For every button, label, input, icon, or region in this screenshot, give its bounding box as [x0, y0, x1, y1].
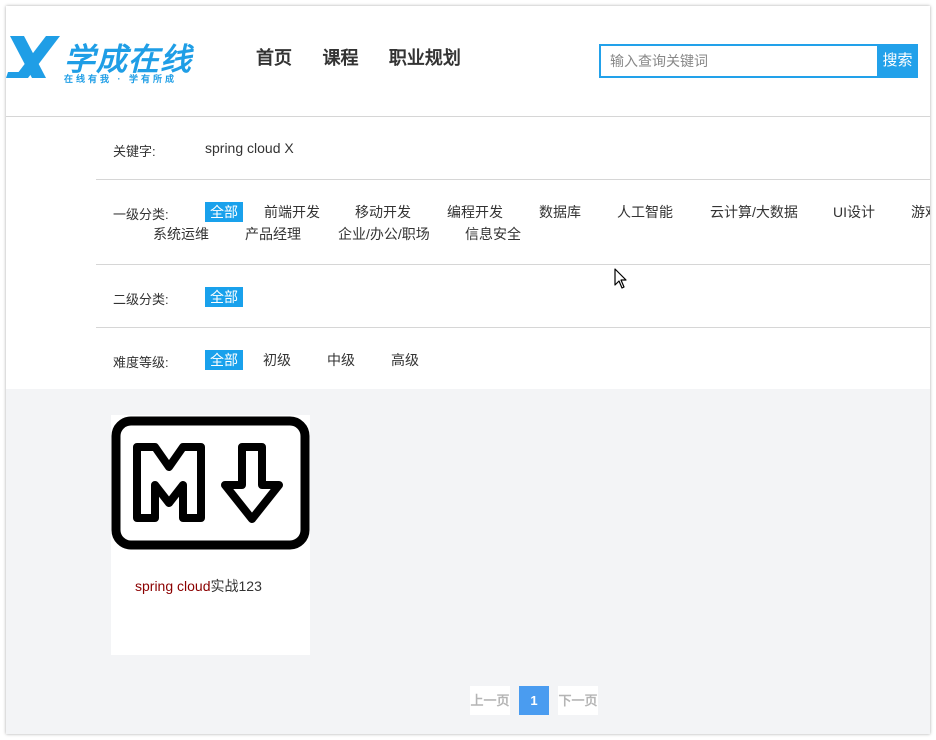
mouse-cursor-icon [614, 268, 627, 289]
course-list: spring cloud实战123 上一页 1 下一页 [6, 389, 930, 734]
category-level2-label: 二级分类: [113, 292, 169, 307]
main-nav: 首页 课程 职业规划 [256, 44, 487, 70]
site-logo[interactable]: 学成在线 在线有我 · 学有所成 [6, 32, 198, 84]
category-infosec[interactable]: 信息安全 [465, 224, 521, 244]
category-office-workplace[interactable]: 企业/办公/职场 [338, 224, 430, 244]
category-database[interactable]: 数据库 [539, 202, 581, 222]
subcategory-all[interactable]: 全部 [205, 287, 243, 307]
prev-page-button[interactable]: 上一页 [470, 686, 510, 715]
page-1-button[interactable]: 1 [519, 686, 549, 715]
course-title-rest: 实战123 [210, 578, 262, 594]
course-title-highlight: spring cloud [135, 578, 211, 594]
category-game[interactable]: 游戏 [911, 202, 930, 222]
keyword-label: 关键字: [113, 144, 156, 159]
keyword-row: 关键字: spring cloud X [96, 117, 930, 180]
next-page-button[interactable]: 下一页 [558, 686, 598, 715]
category-all[interactable]: 全部 [205, 202, 243, 222]
difficulty-row: 难度等级: 全部 初级 中级 高级 [96, 328, 930, 389]
difficulty-intermediate[interactable]: 中级 [327, 350, 355, 370]
nav-home[interactable]: 首页 [256, 44, 292, 70]
difficulty-all[interactable]: 全部 [205, 350, 243, 370]
category-level1-row: 一级分类: 全部 前端开发 移动开发 编程开发 数据库 人工智能 云计算/大数据… [96, 180, 930, 265]
search-input[interactable] [599, 44, 888, 78]
nav-career-planning[interactable]: 职业规划 [389, 44, 461, 70]
keyword-tag: spring cloud X [205, 140, 294, 156]
search-button[interactable]: 搜索 [877, 44, 918, 78]
keyword-value: spring cloud [205, 140, 281, 156]
logo-slogan: 在线有我 · 学有所成 [64, 74, 177, 84]
markdown-icon [111, 416, 310, 550]
category-ui-design[interactable]: UI设计 [833, 202, 875, 222]
course-filter: 关键字: spring cloud X 一级分类: 全部 前端开发 移动开发 编… [6, 117, 930, 389]
category-sysops[interactable]: 系统运维 [153, 224, 209, 244]
category-ai[interactable]: 人工智能 [617, 202, 673, 222]
difficulty-label: 难度等级: [113, 355, 169, 370]
nav-courses[interactable]: 课程 [322, 44, 358, 70]
keyword-clear-button[interactable]: X [284, 140, 293, 156]
site-header: 学成在线 在线有我 · 学有所成 首页 课程 职业规划 搜索 [6, 6, 930, 117]
category-frontend[interactable]: 前端开发 [264, 202, 320, 222]
category-level2-row: 二级分类: 全部 [96, 265, 930, 328]
course-card[interactable]: spring cloud实战123 [111, 415, 310, 655]
category-product-manager[interactable]: 产品经理 [245, 224, 301, 244]
category-level1-label: 一级分类: [113, 207, 169, 222]
logo-x-icon [6, 36, 60, 78]
category-programming[interactable]: 编程开发 [447, 202, 503, 222]
category-mobile[interactable]: 移动开发 [355, 202, 411, 222]
course-title: spring cloud实战123 [135, 576, 262, 596]
difficulty-beginner[interactable]: 初级 [263, 350, 291, 370]
difficulty-advanced[interactable]: 高级 [391, 350, 419, 370]
browser-viewport: 学成在线 在线有我 · 学有所成 首页 课程 职业规划 搜索 关键字: spri… [6, 6, 930, 734]
category-cloud-bigdata[interactable]: 云计算/大数据 [710, 202, 798, 222]
